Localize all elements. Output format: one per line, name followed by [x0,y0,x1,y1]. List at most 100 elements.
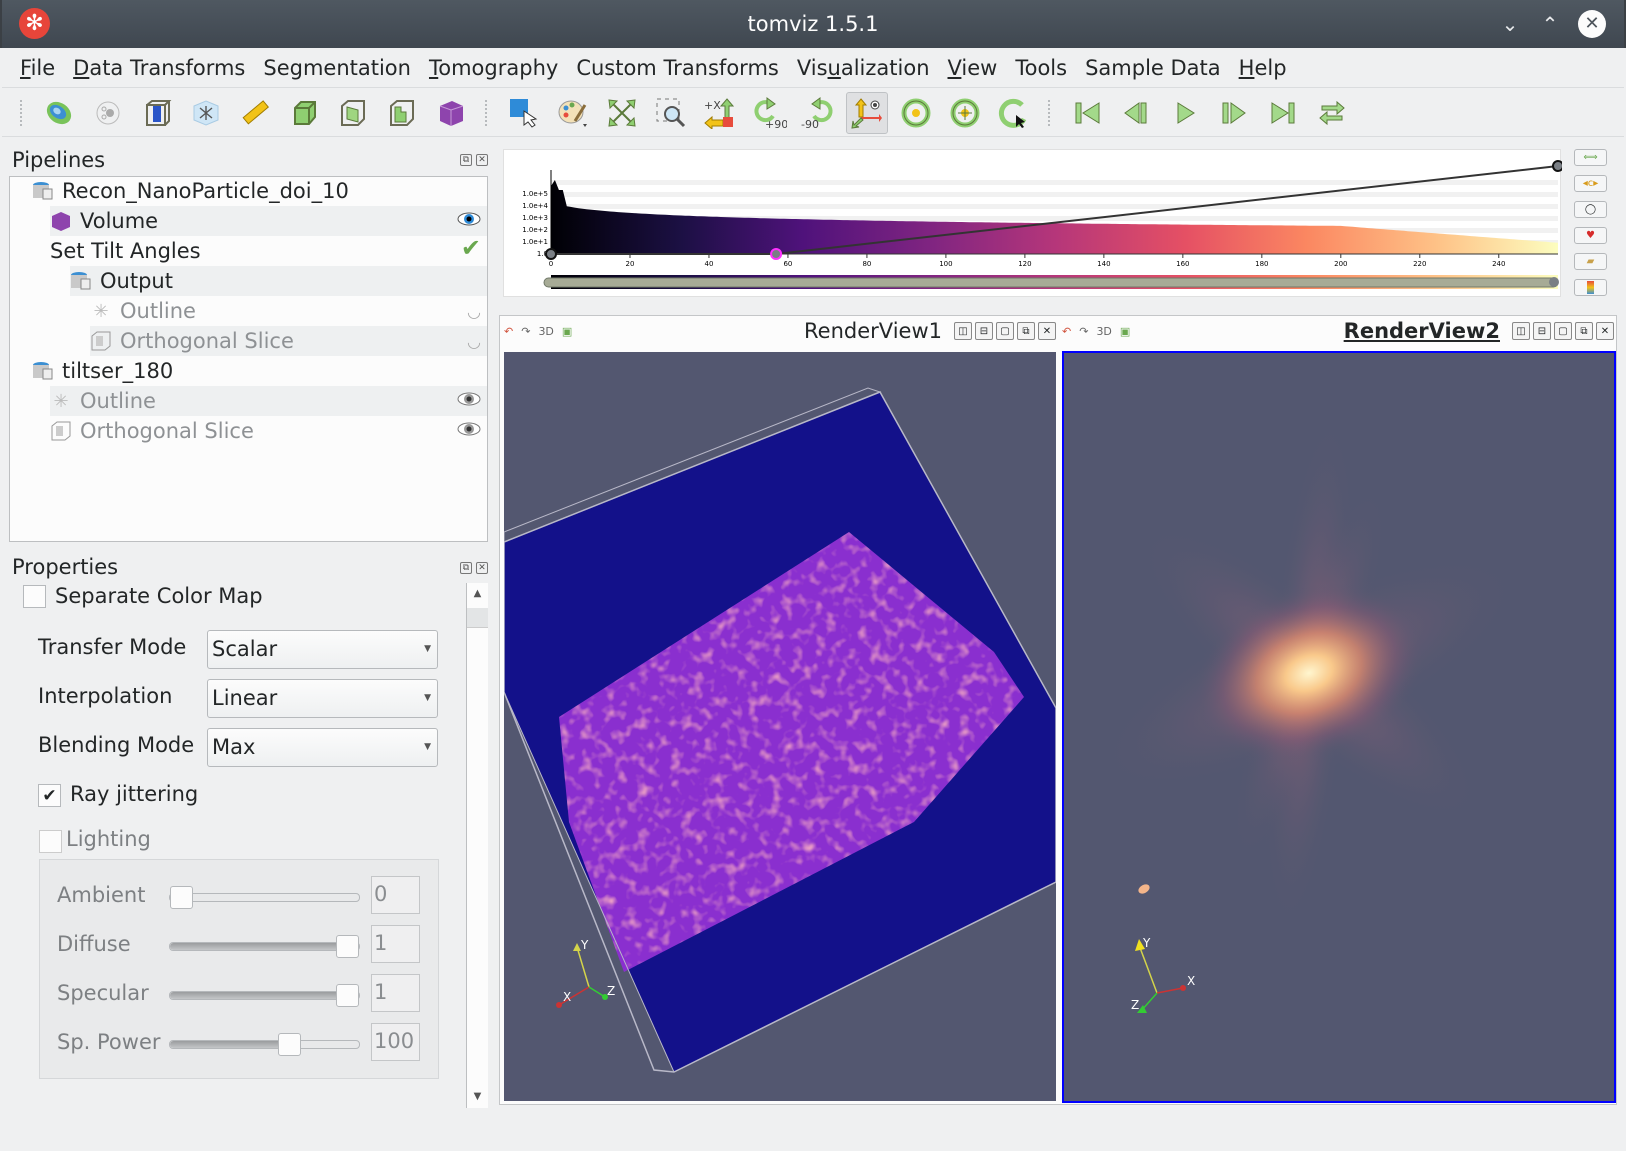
properties-scrollbar[interactable]: ▲ ▼ [466,583,488,1108]
capture-screenshot-icon[interactable]: ▣ [1120,325,1130,338]
threshold-icon[interactable] [283,92,325,134]
scroll-down-icon[interactable]: ▼ [467,1091,488,1102]
clip-icon[interactable] [87,92,129,134]
ambient-value[interactable]: 0 [371,876,420,914]
next-frame-icon[interactable] [1213,92,1255,134]
outline-icon[interactable] [185,92,227,134]
histogram-panel[interactable]: 0 20 40 60 80 100 120 140 160 180 200 220 240 1.0 1.0… [503,149,1564,297]
segment-icon[interactable] [381,92,423,134]
save-preset-icon[interactable]: ♥ [1574,227,1607,244]
previous-frame-icon[interactable] [1115,92,1157,134]
ray-jittering-checkbox[interactable]: ✔ [38,784,61,807]
redo-camera-icon[interactable]: ↷ [1079,325,1088,338]
slider-handle[interactable] [170,886,193,909]
diffuse-slider[interactable] [169,935,360,958]
maximize-view-icon[interactable]: ▢ [1554,322,1572,340]
menu-tomography[interactable]: Tomography [429,56,558,80]
scrollbar-thumb[interactable] [467,608,488,628]
redo-camera-icon[interactable]: ↷ [521,325,530,338]
ambient-slider[interactable] [169,886,360,909]
renderview2-canvas[interactable]: Y X Z [1062,351,1616,1103]
float-dock-icon[interactable]: ⧉ [460,562,472,574]
import-preset-icon[interactable]: ▰ [1574,253,1607,270]
orthogonal-slice-icon[interactable] [332,92,374,134]
toolbar-grip[interactable] [20,99,24,126]
gradient-opacity-icon[interactable]: ◯ [1574,201,1607,218]
pipeline-item-volume[interactable]: Volume [50,206,487,236]
renderview2-title[interactable]: RenderView2 [1344,319,1500,343]
menu-file[interactable]: File [20,56,55,80]
renderview1-title[interactable]: RenderView1 [804,319,942,343]
split-vertical-icon[interactable]: ⊟ [975,322,993,340]
close-button[interactable]: ✕ [1578,10,1606,38]
pipeline-item-orthogonal-slice[interactable]: Orthogonal Slice [50,416,487,446]
zoom-to-box-icon[interactable] [650,92,692,134]
maximize-button[interactable]: ⌃ [1536,10,1564,38]
axis-view-icon[interactable]: +X [699,92,741,134]
split-vertical-icon[interactable]: ⊟ [1533,322,1551,340]
undo-camera-icon[interactable]: ↶ [504,325,513,338]
contour-icon[interactable] [38,92,80,134]
close-dock-icon[interactable]: ✕ [476,154,488,166]
menu-segmentation[interactable]: Segmentation [263,56,411,80]
close-view-icon[interactable]: ✕ [1596,322,1614,340]
transfer-mode-select[interactable]: Scalar ▼ [207,630,438,669]
separate-color-map-checkbox[interactable] [23,585,46,608]
play-icon[interactable] [1164,92,1206,134]
pipeline-item-recon[interactable]: Recon_NanoParticle_doi_10 [32,176,487,206]
sp-power-value[interactable]: 100 [371,1023,420,1061]
undo-camera-icon[interactable]: ↶ [1062,325,1071,338]
slider-handle[interactable] [336,984,359,1007]
menu-tools[interactable]: Tools [1015,56,1067,80]
toggle-3d-button[interactable]: 3D [538,325,553,338]
rotate-center-icon[interactable] [944,92,986,134]
capture-screenshot-icon[interactable]: ▣ [562,325,572,338]
color-palette-icon[interactable] [552,92,594,134]
last-frame-icon[interactable] [1262,92,1304,134]
popout-view-icon[interactable]: ⧉ [1575,322,1593,340]
menu-sample-data[interactable]: Sample Data [1085,56,1221,80]
slider-handle[interactable] [277,1033,301,1056]
toggle-3d-button[interactable]: 3D [1096,325,1111,338]
maximize-view-icon[interactable]: ▢ [996,322,1014,340]
reset-range-icon[interactable]: ⟺ [1574,149,1607,166]
menu-data-transforms[interactable]: Data Transforms [73,56,245,80]
scroll-up-icon[interactable]: ▲ [467,588,488,599]
menu-view[interactable]: View [948,56,998,80]
slider-handle[interactable] [336,935,359,958]
toolbar-grip[interactable] [485,99,489,126]
center-axes-icon[interactable] [846,91,888,134]
split-horizontal-icon[interactable]: ◫ [1512,322,1530,340]
pipeline-item-set-tilt-angles[interactable]: Set Tilt Angles ✔ [50,234,487,266]
eye-hidden-icon[interactable]: ◡ [467,332,481,351]
first-frame-icon[interactable] [1066,92,1108,134]
interact-icon[interactable] [503,92,545,134]
specular-value[interactable]: 1 [371,974,420,1012]
diffuse-value[interactable]: 1 [371,925,420,963]
pipeline-item-orthogonal-slice[interactable]: Orthogonal Slice ◡ [90,326,487,356]
lighting-checkbox[interactable] [39,830,62,853]
sp-power-slider[interactable] [169,1033,360,1056]
menu-custom-transforms[interactable]: Custom Transforms [576,56,779,80]
pipeline-item-tiltser[interactable]: tiltser_180 [32,356,487,386]
pipeline-item-outline[interactable]: ✳ Outline [50,386,487,416]
blending-mode-select[interactable]: Max ▼ [207,728,438,767]
volume-icon[interactable] [430,92,472,134]
renderview1-canvas[interactable]: Y X Z [504,352,1056,1101]
ruler-icon[interactable] [234,92,276,134]
colormap-preset-icon[interactable] [1574,279,1607,296]
pipeline-item-output[interactable]: Output [70,266,487,296]
rotate-minus90-icon[interactable]: -90 [797,92,839,134]
eye-visible-icon[interactable] [457,421,481,441]
close-view-icon[interactable]: ✕ [1038,322,1056,340]
menu-visualization[interactable]: Visualization [797,56,930,80]
pick-center-icon[interactable] [993,92,1035,134]
minimize-button[interactable]: ⌄ [1496,10,1524,38]
slice-icon[interactable] [136,92,178,134]
specular-slider[interactable] [169,984,360,1007]
custom-range-icon[interactable]: ◂c▸ [1574,175,1607,192]
eye-hidden-icon[interactable]: ◡ [467,302,481,321]
interpolation-select[interactable]: Linear ▼ [207,679,438,718]
loop-icon[interactable] [1311,92,1353,134]
rotate-icon[interactable] [895,92,937,134]
